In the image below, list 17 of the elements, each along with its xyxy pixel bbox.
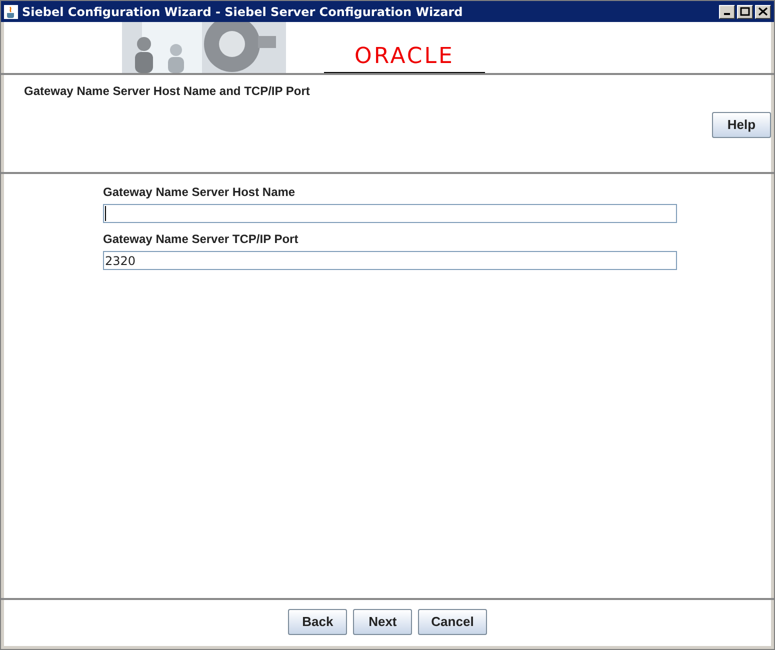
- oracle-logo: ORACLE: [354, 46, 454, 68]
- minimize-button[interactable]: [719, 4, 735, 18]
- footer-button[interactable]: Cancel: [418, 608, 487, 634]
- step-title: Gateway Name Server Host Name and TCP/IP Port: [24, 83, 311, 100]
- field-label: Gateway Name Server TCP/IP Port: [103, 231, 300, 248]
- text-field[interactable]: 2320: [103, 251, 677, 270]
- field-label: Gateway Name Server Host Name: [103, 184, 296, 201]
- maximize-icon: [740, 7, 750, 16]
- footer-button[interactable]: Back: [288, 608, 348, 634]
- close-button[interactable]: [755, 4, 771, 18]
- text-field[interactable]: [103, 204, 677, 223]
- help-button[interactable]: Help: [712, 112, 771, 138]
- maximize-button[interactable]: [737, 4, 753, 18]
- footer-button[interactable]: Next: [353, 608, 412, 634]
- window-title: Siebel Configuration Wizard - Siebel Server Configuration Wizard: [22, 4, 463, 20]
- close-icon: [758, 7, 768, 16]
- java-cup-icon: [4, 4, 18, 18]
